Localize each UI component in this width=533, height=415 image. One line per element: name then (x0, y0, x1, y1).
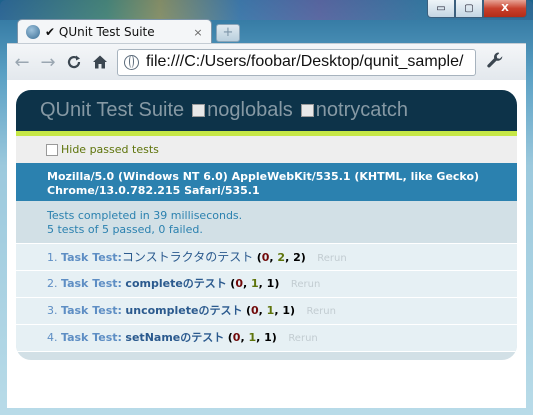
test-item[interactable]: 3. Task Test: uncompleteのテスト (0, 1, 1) R… (16, 298, 517, 325)
rerun-link[interactable]: Rerun (307, 306, 336, 317)
notrycatch-checkbox[interactable] (300, 104, 314, 117)
reload-icon[interactable] (63, 51, 85, 73)
test-item[interactable]: 4. Task Test: setNameのテスト (0, 1, 1) Reru… (16, 325, 517, 352)
result-time: Tests completed in 39 milliseconds. (47, 209, 243, 222)
wrench-menu-icon[interactable] (486, 51, 504, 74)
failed-count: 0 (250, 304, 259, 317)
total-count: 1 (264, 331, 272, 344)
passed-count: 1 (266, 304, 275, 317)
test-number: 1. (47, 251, 58, 264)
failed-count: 0 (232, 331, 241, 344)
test-counts: (0, 1, 1) (230, 277, 280, 290)
qunit-title[interactable]: QUnit Test Suite (40, 99, 184, 122)
tab-title: ✔ QUnit Test Suite (45, 25, 155, 39)
test-module: Task Test: (61, 304, 122, 317)
test-name: uncompleteのテスト (125, 304, 243, 317)
browser-tab[interactable]: ✔ QUnit Test Suite × (17, 19, 212, 44)
test-number: 3. (47, 304, 58, 317)
rerun-link[interactable]: Rerun (291, 279, 320, 290)
rerun-link[interactable]: Rerun (317, 253, 346, 264)
reload-glyph (67, 55, 81, 69)
back-arrow-icon[interactable]: ← (11, 51, 33, 73)
total-count: 1 (266, 277, 275, 290)
notrycatch-label: notrycatch (315, 99, 409, 121)
address-bar[interactable]: file:///C:/Users/foobar/Desktop/qunit_sa… (117, 48, 476, 76)
home-icon[interactable] (89, 51, 111, 73)
page-icon (124, 54, 139, 70)
qunit-report: QUnit Test Suite noglobals notrycatch Hi… (16, 90, 517, 360)
close-window-button[interactable]: X (483, 0, 527, 18)
rerun-link[interactable]: Rerun (288, 333, 317, 344)
option-notrycatch[interactable]: notrycatch (293, 99, 408, 122)
home-glyph (93, 55, 107, 69)
qunit-tests: 1. Task Test:コンストラクタのテスト (0, 2, 2) Rerun… (16, 243, 517, 352)
test-number: 4. (47, 331, 58, 344)
test-name: setNameのテスト (125, 331, 225, 344)
failed-count: 0 (261, 251, 270, 264)
test-module: Task Test: (61, 331, 122, 344)
result-summary: 5 tests of 5 passed, 0 failed. (47, 223, 203, 236)
qunit-useragent: Mozilla/5.0 (Windows NT 6.0) AppleWebKit… (16, 163, 517, 201)
noglobals-checkbox[interactable] (192, 104, 206, 117)
passed-count: 1 (251, 277, 259, 290)
minimize-button[interactable]: ▭ (427, 0, 455, 18)
total-count: 1 (282, 304, 290, 317)
test-item[interactable]: 2. Task Test: completeのテスト (0, 1, 1) Rer… (16, 271, 517, 298)
hide-passed-label[interactable]: Hide passed tests (61, 143, 159, 156)
window-controls: ▭ ▢ X (427, 0, 527, 18)
option-noglobals[interactable]: noglobals (184, 99, 293, 122)
page-favicon-icon (26, 25, 40, 39)
test-name: completeのテスト (125, 277, 227, 290)
noglobals-label: noglobals (207, 99, 293, 121)
close-tab-icon[interactable]: × (191, 26, 205, 39)
page-content: QUnit Test Suite noglobals notrycatch Hi… (7, 80, 526, 408)
qunit-header: QUnit Test Suite noglobals notrycatch (16, 90, 517, 131)
qunit-toolbar: Hide passed tests (16, 136, 517, 163)
new-tab-button[interactable]: + (216, 24, 240, 42)
test-number: 2. (47, 277, 58, 290)
hide-passed-checkbox[interactable] (46, 143, 58, 156)
test-name: コンストラクタのテスト (121, 250, 254, 264)
address-bar-url[interactable]: file:///C:/Users/foobar/Desktop/qunit_sa… (146, 53, 475, 71)
browser-toolbar: ← → file:///C:/Users/foobar/Desktop/quni… (7, 43, 526, 80)
wrench-glyph (487, 52, 503, 67)
test-counts: (0, 2, 2) (256, 251, 306, 264)
test-counts: (0, 1, 1) (245, 304, 296, 317)
passed-count: 1 (248, 331, 257, 344)
forward-arrow-icon[interactable]: → (37, 51, 59, 73)
failed-count: 0 (235, 277, 243, 290)
test-counts: (0, 1, 1) (227, 331, 277, 344)
passed-count: 2 (277, 251, 286, 264)
test-item[interactable]: 1. Task Test:コンストラクタのテスト (0, 2, 2) Rerun (16, 243, 517, 271)
maximize-button[interactable]: ▢ (455, 0, 483, 18)
total-count: 2 (293, 251, 301, 264)
window-frame: ▭ ▢ X ✔ QUnit Test Suite × + ← → file://… (0, 0, 533, 415)
qunit-testresult: Tests completed in 39 milliseconds. 5 te… (16, 201, 517, 243)
test-module: Task Test: (61, 251, 122, 264)
test-module: Task Test: (61, 277, 122, 290)
